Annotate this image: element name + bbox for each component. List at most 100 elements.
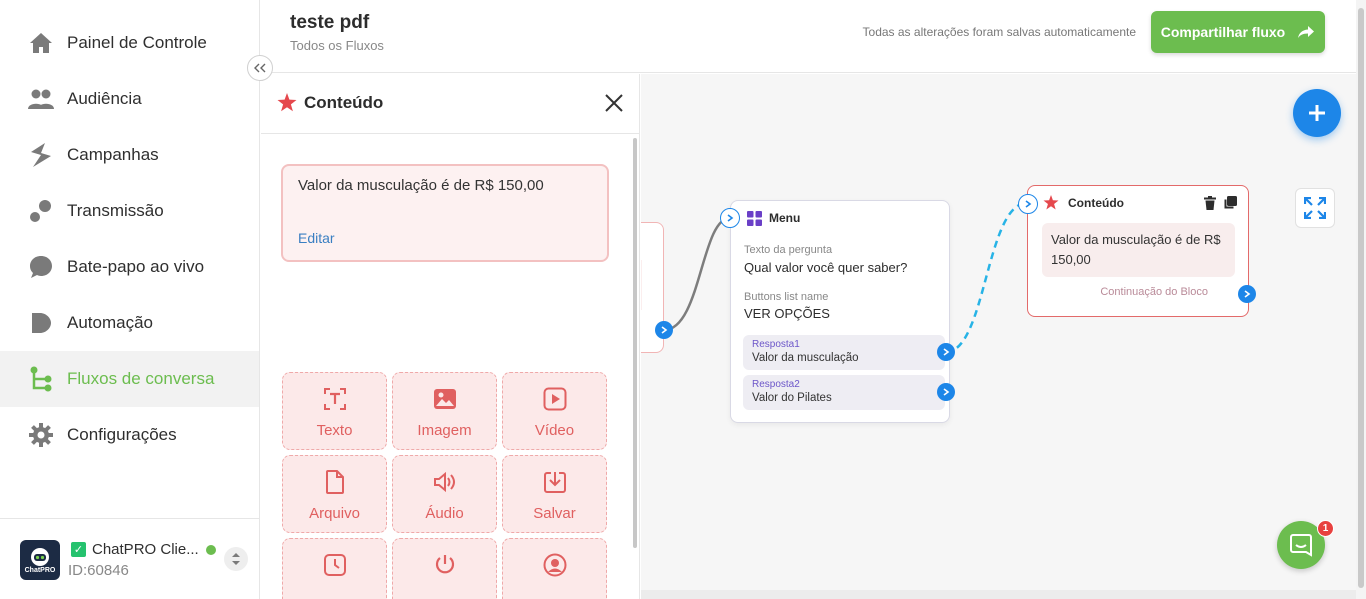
users-icon	[28, 86, 54, 112]
answer-option[interactable]: Resposta1 Valor da musculação	[743, 335, 945, 370]
share-flow-button[interactable]: Compartilhar fluxo	[1151, 11, 1325, 53]
close-icon[interactable]	[601, 90, 627, 116]
online-status-dot	[205, 544, 216, 555]
tool-label: Arquivo	[309, 505, 360, 522]
fit-view-button[interactable]	[1295, 188, 1335, 228]
sidebar-item-label: Automação	[67, 313, 153, 332]
file-icon	[324, 470, 346, 499]
star-icon	[1043, 195, 1059, 215]
tool-file-button[interactable]: Arquivo	[282, 455, 387, 533]
question-value: Qual valor você quer saber?	[744, 260, 908, 275]
star-icon	[277, 93, 297, 117]
input-port[interactable]	[1018, 194, 1038, 214]
sidebar-item-fluxos[interactable]: Fluxos de conversa	[0, 351, 259, 407]
panel-title: Conteúdo	[304, 93, 384, 112]
clock-icon	[323, 553, 347, 582]
image-icon	[433, 387, 457, 416]
save-status-text: Todas as alterações foram salvas automat…	[862, 25, 1136, 39]
tool-save-button[interactable]: Salvar	[502, 455, 607, 533]
page-scrollbar[interactable]	[1356, 0, 1366, 599]
content-node[interactable]: Conteúdo Valor da musculação é de R$ 150…	[1027, 185, 1249, 317]
buttons-list-label: Buttons list name	[744, 291, 829, 303]
panel-header: Conteúdo	[261, 74, 639, 134]
sidebar-item-label: Fluxos de conversa	[67, 369, 215, 388]
answer-value: Valor do Pilates	[752, 392, 832, 404]
account-switch-icon[interactable]	[224, 547, 248, 571]
notification-badge: 1	[1317, 520, 1334, 537]
menu-node[interactable]: Menu Texto da pergunta Qual valor você q…	[730, 200, 950, 423]
question-label: Texto da pergunta	[744, 244, 833, 256]
output-port[interactable]	[937, 343, 955, 361]
power-icon	[433, 553, 457, 582]
tool-video-button[interactable]: Vídeo	[502, 372, 607, 450]
campaign-icon	[28, 142, 54, 168]
sidebar-item-label: Audiência	[67, 89, 142, 108]
tool-label: Imagem	[417, 422, 472, 439]
flow-header: teste pdf Todos os Fluxos Todas as alter…	[260, 0, 1356, 73]
sidebar-item-campanhas[interactable]: Campanhas	[0, 127, 259, 183]
answer-key: Resposta2	[752, 379, 800, 390]
message-text: Valor da musculação é de R$ 150,00	[298, 177, 544, 194]
tool-delay-button[interactable]	[282, 538, 387, 599]
text-icon	[323, 387, 347, 416]
input-port[interactable]	[720, 208, 740, 228]
collapse-sidebar-button[interactable]	[247, 55, 273, 81]
output-port[interactable]	[1238, 285, 1256, 303]
sidebar: Painel de Controle Audiência Campanhas T…	[0, 0, 260, 599]
account-switcher[interactable]: ChatPRO ✓ ChatPRO Clie... ID:60846	[0, 518, 259, 599]
content-node-title: Conteúdo	[1068, 196, 1124, 210]
canvas-horizontal-scrollbar[interactable]	[641, 590, 1356, 599]
home-icon	[28, 30, 54, 56]
tool-label: Texto	[316, 422, 353, 439]
tool-label: Salvar	[533, 505, 576, 522]
breadcrumb[interactable]: Todos os Fluxos	[290, 38, 384, 53]
sidebar-item-label: Bate-papo ao vivo	[67, 257, 205, 276]
page-scrollbar-thumb[interactable]	[1358, 8, 1364, 588]
continuation-label: Continuação do Bloco	[1100, 286, 1208, 298]
sidebar-item-transmissao[interactable]: Transmissão	[0, 183, 259, 239]
add-block-button[interactable]	[1293, 89, 1341, 137]
whatsapp-check-icon: ✓	[71, 542, 86, 557]
tool-text-button[interactable]: Texto	[282, 372, 387, 450]
share-button-label: Compartilhar fluxo	[1160, 24, 1286, 40]
sidebar-item-bate-papo[interactable]: Bate-papo ao vivo	[0, 239, 259, 295]
content-panel: Conteúdo Valor da musculação é de R$ 150…	[261, 74, 640, 599]
sidebar-item-audiencia[interactable]: Audiência	[0, 71, 259, 127]
sidebar-item-painel[interactable]: Painel de Controle	[0, 15, 259, 71]
expand-icon	[1304, 197, 1326, 219]
tool-power-button[interactable]	[392, 538, 497, 599]
chat-icon	[1290, 534, 1312, 557]
account-id: ID:60846	[68, 562, 129, 579]
flow-icon	[28, 366, 54, 392]
account-name: ChatPRO Clie...	[92, 541, 199, 558]
tool-contact-button[interactable]	[502, 538, 607, 599]
buttons-list-value: VER OPÇÕES	[744, 306, 830, 321]
app-window: Painel de Controle Audiência Campanhas T…	[0, 0, 1366, 599]
tool-image-button[interactable]: Imagem	[392, 372, 497, 450]
sidebar-item-label: Configurações	[67, 425, 177, 444]
audio-icon	[433, 470, 457, 499]
tool-label: Vídeo	[534, 422, 575, 439]
sidebar-item-label: Painel de Controle	[67, 33, 207, 52]
share-arrow-icon	[1298, 26, 1315, 38]
flow-canvas[interactable]: co Menu Texto da pergunta Qual valor voc…	[641, 74, 1356, 590]
output-port[interactable]	[655, 321, 673, 339]
output-port[interactable]	[937, 383, 955, 401]
menu-grid-icon	[747, 211, 762, 231]
automation-icon	[28, 310, 54, 336]
answer-key: Resposta1	[752, 339, 800, 350]
page-title: teste pdf	[290, 12, 370, 33]
chat-bubble-icon	[28, 254, 54, 280]
plus-icon	[1309, 105, 1325, 121]
user-circle-icon	[543, 553, 567, 582]
panel-scrollbar[interactable]	[633, 138, 637, 548]
sidebar-item-configuracoes[interactable]: Configurações	[0, 407, 259, 463]
trash-icon[interactable]	[1204, 196, 1216, 215]
duplicate-icon[interactable]	[1223, 196, 1237, 215]
double-chevron-left-icon	[254, 63, 266, 73]
sidebar-item-automacao[interactable]: Automação	[0, 295, 259, 351]
edit-link[interactable]: Editar	[298, 230, 335, 246]
tool-audio-button[interactable]: Áudio	[392, 455, 497, 533]
answer-option[interactable]: Resposta2 Valor do Pilates	[743, 375, 945, 410]
tool-label: Áudio	[425, 505, 464, 522]
